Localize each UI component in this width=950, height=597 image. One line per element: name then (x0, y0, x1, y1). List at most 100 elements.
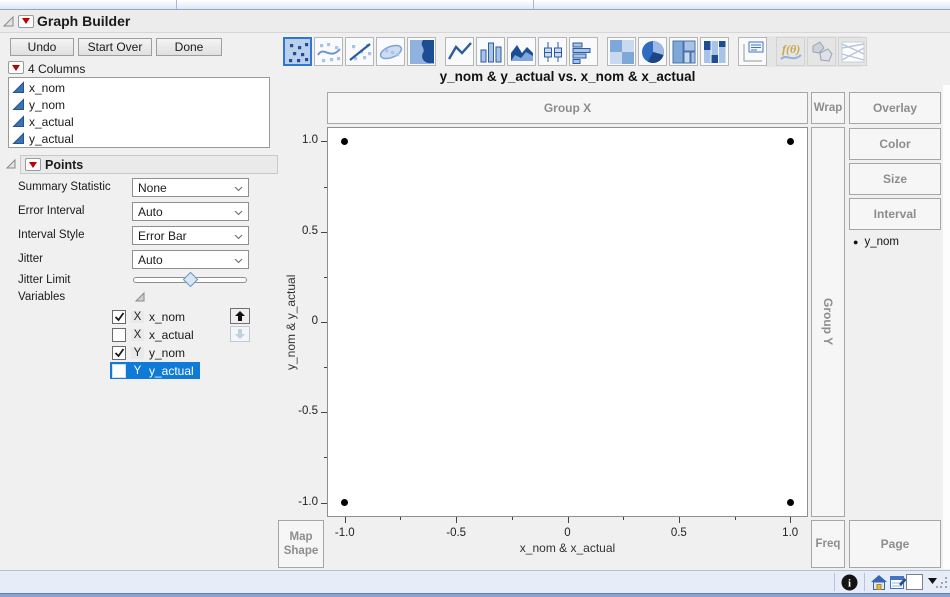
selection-color-swatch[interactable] (906, 574, 923, 590)
red-triangle-icon (22, 18, 30, 24)
caption-box-icon[interactable] (738, 37, 767, 66)
journal-icon[interactable] (890, 575, 907, 590)
variables-collapse-triangle-icon[interactable] (134, 291, 147, 304)
chevron-down-icon (234, 205, 243, 219)
error-interval-dropdown[interactable]: Auto (132, 202, 249, 221)
variable-row-x_nom[interactable]: Xx_nom (110, 308, 191, 325)
column-list-item[interactable]: y_actual (9, 130, 269, 147)
jitter-limit-slider[interactable] (133, 271, 247, 288)
columns-red-triangle-button[interactable] (8, 61, 24, 74)
dropdown-value: Auto (138, 204, 163, 219)
drop-zone-overlay[interactable]: Overlay (849, 92, 941, 124)
x-tick-label: -1.0 (334, 527, 355, 539)
chevron-down-icon (234, 229, 243, 243)
red-triangle-icon (12, 64, 20, 71)
home-window-icon[interactable] (871, 575, 887, 590)
variable-checkbox[interactable] (112, 363, 126, 378)
columns-count-label: 4 Columns (28, 62, 86, 76)
resize-grip[interactable] (936, 577, 948, 589)
variable-checkbox[interactable] (112, 327, 126, 342)
heatmap-icon[interactable] (607, 37, 636, 66)
window-chrome-strip (0, 0, 950, 10)
points-collapse-triangle-icon[interactable] (5, 158, 18, 171)
map-shapes-icon (807, 37, 836, 66)
ellipse-icon[interactable] (376, 37, 405, 66)
x-major-tick (567, 517, 569, 523)
variable-checkbox[interactable] (112, 309, 126, 324)
move-down-button (230, 326, 250, 342)
info-icon[interactable]: i (841, 574, 858, 591)
start-over-button[interactable]: Start Over (78, 38, 152, 56)
x-minor-tick (623, 517, 625, 520)
column-list-item[interactable]: x_actual (9, 113, 269, 130)
histogram-icon[interactable] (569, 37, 598, 66)
jitter-dropdown[interactable]: Auto (132, 250, 249, 269)
x-axis-title[interactable]: x_nom & x_actual (327, 541, 808, 555)
line-icon[interactable] (445, 37, 474, 66)
smoother-icon[interactable] (314, 37, 343, 66)
legend[interactable]: ● y_nom (853, 236, 899, 248)
drop-zone-color[interactable]: Color (849, 128, 941, 160)
plot-area[interactable] (327, 127, 808, 517)
column-list-item[interactable]: x_nom (9, 79, 269, 96)
y-minor-tick (324, 367, 327, 369)
pie-icon[interactable] (638, 37, 667, 66)
line-of-fit-icon[interactable] (345, 37, 374, 66)
interval-style-dropdown[interactable]: Error Bar (132, 226, 249, 245)
drop-zone-group-x[interactable]: Group X (327, 92, 808, 124)
contour-icon[interactable] (407, 37, 436, 66)
area-icon[interactable] (507, 37, 536, 66)
x-tick-label: 0.5 (670, 527, 687, 539)
variable-row-y_nom[interactable]: Yy_nom (110, 344, 191, 361)
chart-title[interactable]: y_nom & y_actual vs. x_nom & x_actual (327, 69, 808, 84)
y-minor-tick (324, 457, 327, 459)
y-major-tick (321, 412, 327, 414)
points-panel-header: Points (20, 155, 278, 174)
drop-zone-group-y[interactable]: Group Y (811, 127, 845, 517)
column-list-item[interactable]: y_nom (9, 96, 269, 113)
slider-thumb[interactable] (182, 271, 198, 288)
data-point[interactable] (786, 137, 794, 145)
variable-role: Y (131, 346, 144, 359)
control-label: Interval Style (18, 229, 85, 241)
red-triangle-icon (29, 161, 37, 168)
variable-name: y_actual (149, 363, 194, 378)
column-name: y_nom (29, 97, 66, 112)
y-minor-tick (324, 186, 327, 188)
drop-zone-freq[interactable]: Freq (811, 520, 845, 568)
done-button[interactable]: Done (156, 38, 222, 56)
x-minor-tick (400, 517, 402, 520)
legend-marker-icon: ● (853, 237, 859, 247)
data-point[interactable] (786, 499, 794, 507)
variable-row-y_actual[interactable]: Yy_actual (110, 362, 200, 379)
points-red-triangle-button[interactable] (25, 158, 41, 171)
canvas-margin (943, 85, 950, 569)
mosaic-icon[interactable] (700, 37, 729, 66)
drop-zone-map-shape[interactable]: Map Shape (278, 520, 324, 568)
treemap-icon[interactable] (669, 37, 698, 66)
variables-label: Variables (18, 291, 66, 303)
undo-button[interactable]: Undo (10, 38, 74, 56)
red-triangle-menu-button[interactable] (18, 14, 34, 28)
drop-zone-page[interactable]: Page (849, 520, 941, 568)
drop-zone-interval[interactable]: Interval (849, 198, 941, 230)
column-name: x_actual (29, 114, 74, 129)
variable-row-x_actual[interactable]: Xx_actual (110, 326, 200, 343)
variable-name: y_nom (149, 345, 186, 360)
x-tick-label: 1.0 (782, 527, 799, 539)
y-axis-title[interactable]: y_nom & y_actual (283, 127, 299, 517)
statusbar-separator (864, 573, 865, 591)
points-panel-title: Points (45, 157, 84, 172)
move-up-button[interactable] (230, 308, 250, 324)
collapse-triangle-icon[interactable] (2, 15, 15, 28)
bar-icon[interactable] (476, 37, 505, 66)
summary-statistic-dropdown[interactable]: None (132, 178, 249, 197)
control-label: Error Interval (18, 205, 85, 217)
drop-zone-wrap[interactable]: Wrap (811, 92, 845, 124)
points-icon[interactable] (283, 37, 312, 66)
drop-zone-size[interactable]: Size (849, 163, 941, 195)
variable-checkbox[interactable] (112, 345, 126, 360)
box-plot-icon[interactable] (538, 37, 567, 66)
status-bar: i (0, 570, 950, 593)
chevron-down-icon (234, 253, 243, 267)
